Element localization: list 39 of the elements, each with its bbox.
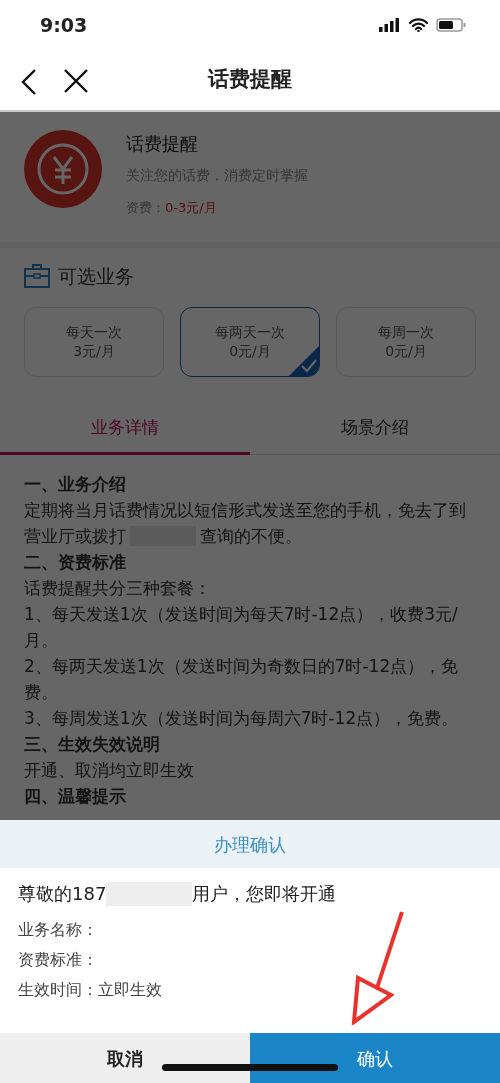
price-value: 0-3元/月: [165, 199, 217, 217]
battery-icon: [436, 18, 466, 32]
confirm-button[interactable]: 确认: [250, 1033, 500, 1083]
section-heading: 一、业务介绍: [24, 473, 127, 496]
detail-text: 2、每两天发送1次（发送时间为奇数日的7时-12点），免费。: [24, 655, 460, 704]
detail-text: 开通、取消均立即生效: [24, 759, 195, 782]
greeting-text: 用户，您即将开通: [192, 882, 337, 906]
field-label: 业务名称：: [18, 920, 98, 941]
detail-text: 话费提醒共分三种套餐：: [24, 577, 212, 600]
detail-text: 定期将当月话费情况以短信形式发送至您的手机，免去了到: [24, 499, 467, 522]
status-time: 9:03: [40, 12, 88, 38]
check-icon: [289, 345, 319, 376]
option-card[interactable]: 每周一次 0元/月: [336, 306, 476, 377]
tab[interactable]: 场景介绍: [250, 404, 500, 455]
product-name: 话费提醒: [126, 132, 199, 156]
section-title: 可选业务: [58, 264, 134, 289]
back-button[interactable]: [20, 68, 38, 96]
detail-text: 查询的不便。: [200, 525, 302, 548]
signal-icon: [379, 18, 401, 32]
page-title: 话费提醒: [208, 66, 292, 94]
section-heading: 三、生效失效说明: [24, 733, 161, 756]
detail-text: 1、每天发送1次（发送时间为每天7时-12点），收费3元/月。: [24, 603, 459, 652]
detail-text: 3、每周发送1次（发送时间为每周六7时-12点），免费。: [24, 707, 460, 730]
wifi-icon: [409, 18, 428, 32]
section-heading: 四、温馨提示: [24, 785, 127, 808]
section-heading: 二、资费标准: [24, 551, 127, 574]
greeting-text: 尊敬的187: [18, 882, 107, 906]
option-card[interactable]: 每天一次 3元/月: [24, 306, 164, 377]
briefcase-icon: [24, 264, 50, 289]
detail-text: 营业厅或拨打: [24, 525, 126, 548]
option-card[interactable]: 每两天一次 0元/月: [180, 306, 320, 377]
dialog-title: 办理确认: [214, 832, 286, 857]
field-label: 资费标准：: [18, 950, 98, 971]
yuan-coin-icon: [24, 130, 102, 208]
field-value: 立即生效: [98, 980, 162, 1001]
close-button[interactable]: [63, 68, 89, 94]
cancel-button[interactable]: 取消: [0, 1033, 250, 1083]
field-label: 生效时间：: [18, 980, 98, 1001]
tab[interactable]: 业务详情: [0, 404, 250, 455]
